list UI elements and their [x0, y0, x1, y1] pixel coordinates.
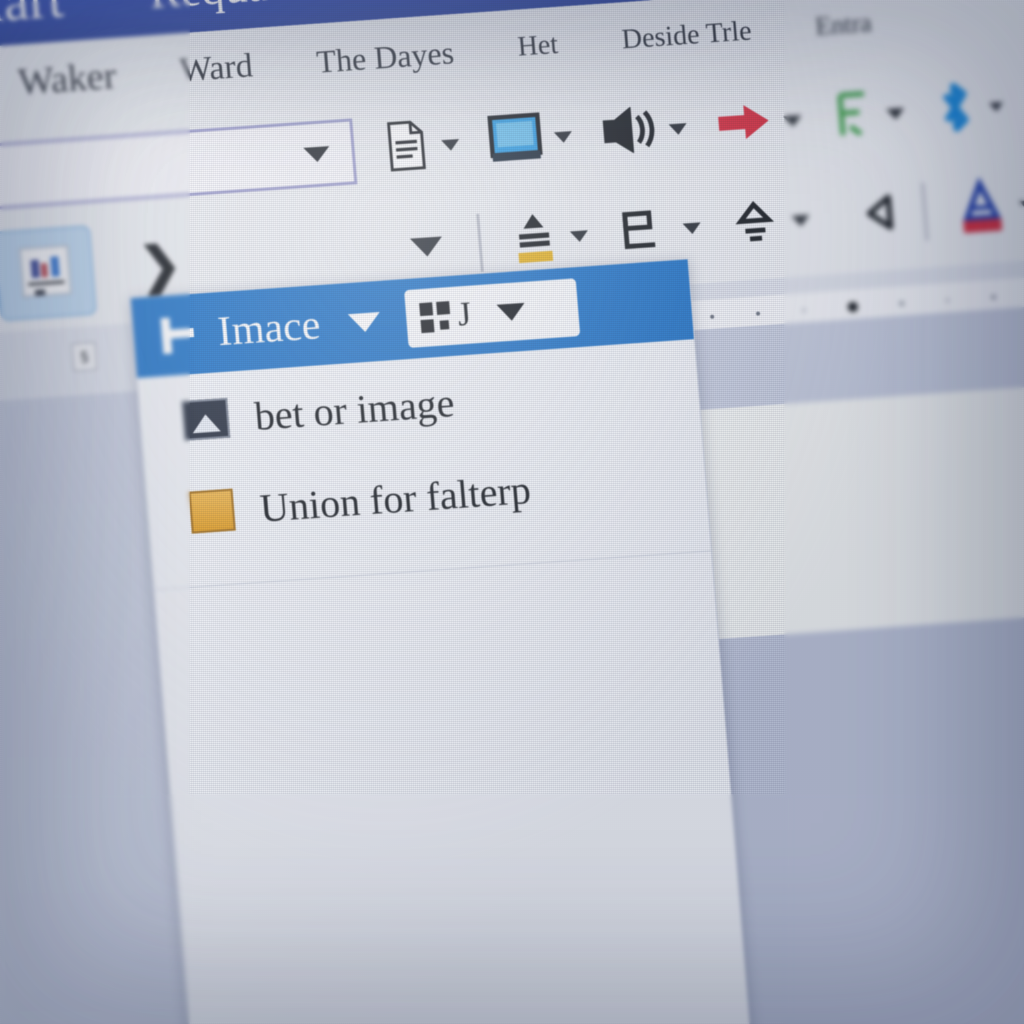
ribbon-tab-cuart[interactable]: Cuart — [0, 0, 66, 39]
chevron-down-icon[interactable] — [303, 146, 331, 163]
toolbar-button-shape[interactable] — [729, 192, 812, 252]
ruler-tick — [991, 294, 996, 300]
menu-header-combo[interactable]: J — [403, 278, 580, 349]
chevron-down-icon[interactable] — [668, 122, 688, 135]
toolbar-button-red-arrow[interactable] — [715, 97, 804, 150]
document-page-icon — [382, 119, 430, 177]
menu-item-label: bet or image — [252, 379, 456, 439]
chart-thumbnail-icon — [15, 241, 76, 306]
toolbar-button-font-color[interactable] — [954, 174, 1024, 240]
chevron-down-icon[interactable] — [783, 114, 803, 127]
ruler-tick — [945, 298, 950, 303]
orange-square-icon — [188, 488, 236, 534]
group-label-waker: Waker — [16, 54, 118, 104]
caret-down-icon[interactable] — [409, 235, 444, 258]
toolbar-button-arrow-left[interactable] — [837, 188, 895, 243]
toolbar-button-document[interactable] — [382, 117, 461, 177]
chevron-down-icon[interactable] — [553, 130, 573, 143]
chevron-down-icon[interactable] — [496, 302, 526, 322]
ruler-tick — [801, 308, 807, 313]
align-object-icon — [616, 203, 672, 259]
chevron-down-icon[interactable] — [441, 138, 460, 151]
chevron-right-icon[interactable]: ❯ — [137, 236, 183, 295]
menu-separator — [154, 550, 711, 591]
group-label-ward: Ward — [178, 47, 255, 90]
qr-matrix-icon — [418, 301, 452, 334]
shape-triangle-icon — [729, 195, 781, 253]
toolbar-button-highlight[interactable] — [509, 206, 591, 270]
chevron-down-icon[interactable] — [682, 221, 702, 235]
toolbar-button-align[interactable] — [616, 201, 703, 260]
bluetooth-blue-icon — [932, 80, 978, 138]
chevron-down-icon[interactable] — [988, 101, 1004, 112]
green-flag-marker-icon — [829, 89, 875, 145]
monitor-blue-screen-icon — [486, 111, 543, 168]
font-color-red-icon — [954, 176, 1009, 240]
ribbon-tab-requare[interactable]: Requare — [147, 0, 306, 19]
toolbar-button-monitor[interactable] — [486, 110, 574, 169]
ruler-tick — [710, 314, 715, 319]
paragraph-marker-icon[interactable]: § — [71, 341, 98, 372]
group-label-deside-trle: Deside Trle — [620, 15, 753, 56]
chevron-down-icon[interactable] — [347, 311, 381, 333]
group-label-entra: Entra — [814, 8, 873, 41]
ruler-tick-active[interactable] — [847, 301, 859, 313]
chevron-down-icon[interactable] — [569, 229, 589, 242]
toolbar-separator — [921, 182, 929, 241]
selected-chart-button[interactable] — [0, 224, 98, 322]
text-highlight-yellow-icon — [509, 208, 560, 270]
red-arrow-icon — [715, 99, 773, 150]
chevron-down-icon[interactable] — [886, 107, 905, 120]
indent-marker-icon — [154, 314, 197, 357]
menu-header-combo-value: J — [456, 295, 473, 334]
group-label-the-dayes: The Dayes — [314, 33, 456, 80]
application-window: ...cait...1. Cuart Requare Blux Finscili… — [0, 0, 1024, 1024]
ruler-tick — [755, 311, 761, 316]
group-label-het: Het — [516, 28, 560, 63]
style-combo-box[interactable] — [0, 118, 358, 210]
arrow-left-outline-icon — [837, 188, 895, 243]
toolbar-separator — [476, 213, 484, 272]
toolbar-button-bluetooth[interactable] — [932, 79, 1005, 139]
menu-item-label: Union for falterp — [258, 466, 533, 531]
insert-image-dropdown-menu[interactable]: Imace J bet or image Union for falterp — [129, 258, 759, 1024]
chevron-down-icon[interactable] — [1018, 199, 1024, 210]
ruler-tick — [899, 301, 904, 306]
dropdown-menu-title: Imace — [215, 302, 323, 356]
toolbar-button-sound[interactable] — [600, 103, 689, 160]
monitor-photo-stage: ...cait...1. Cuart Requare Blux Finscili… — [0, 0, 1024, 1024]
picture-frame-icon — [181, 397, 231, 441]
toolbar-button-marker[interactable] — [829, 86, 906, 144]
chevron-down-icon[interactable] — [791, 214, 811, 227]
speaker-sound-icon — [600, 105, 658, 160]
